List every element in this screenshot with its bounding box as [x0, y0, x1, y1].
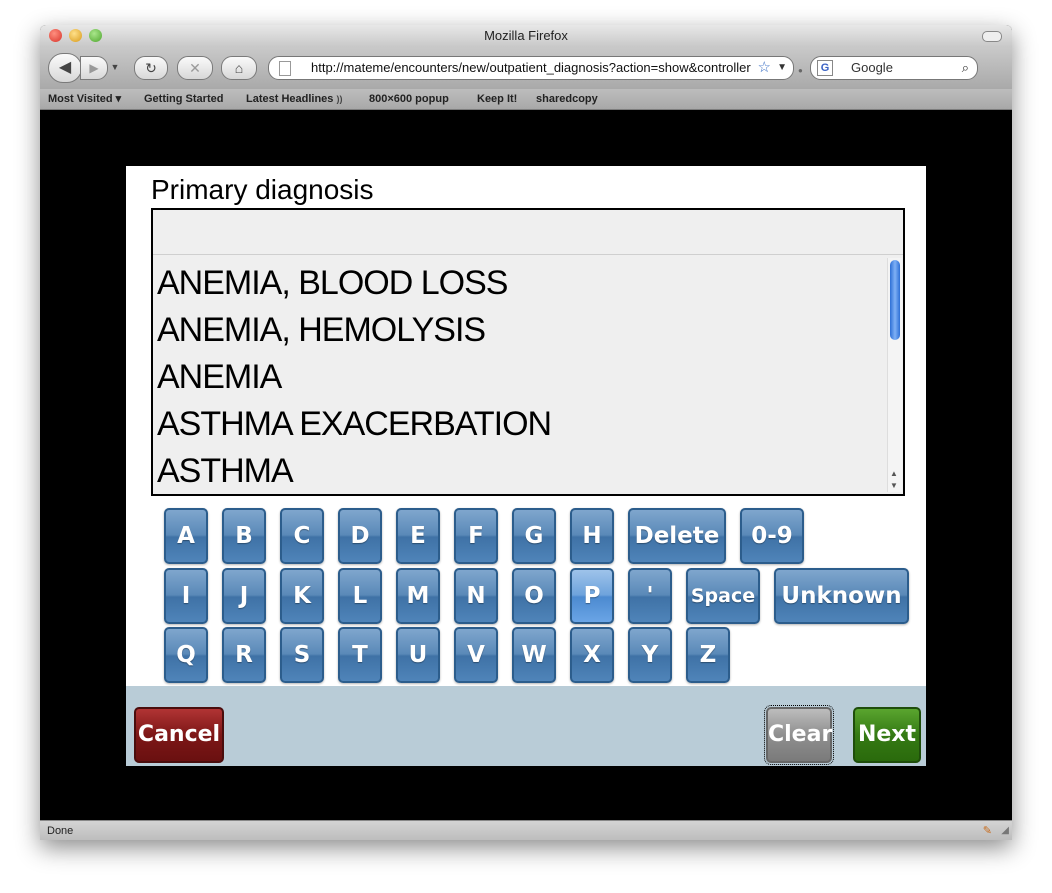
bookmark-getting-started[interactable]: Getting Started — [144, 89, 223, 109]
key-k[interactable]: K — [280, 568, 324, 624]
list-item[interactable]: ANEMIA, HEMOLYSIS — [157, 307, 883, 354]
next-button[interactable]: Next — [853, 707, 921, 763]
key-q[interactable]: Q — [164, 627, 208, 683]
search-bar[interactable]: G Google ⌕ — [810, 56, 978, 80]
forward-button[interactable]: ▶ — [80, 56, 108, 80]
stop-icon: ✕ — [189, 60, 201, 76]
bookmark-sharedcopy[interactable]: sharedcopy — [536, 89, 598, 109]
apostrophe-key[interactable]: ' — [628, 568, 672, 624]
history-dropdown-button[interactable]: ▼ — [108, 56, 122, 78]
key-v[interactable]: V — [454, 627, 498, 683]
back-button[interactable]: ◀ — [48, 53, 82, 83]
delete-key[interactable]: Delete — [628, 508, 726, 564]
touchscreen-panel: Primary diagnosis ANEMIA, BLOOD LOSS ANE… — [126, 166, 926, 766]
window-title: Mozilla Firefox — [484, 28, 568, 43]
key-b[interactable]: B — [222, 508, 266, 564]
key-c[interactable]: C — [280, 508, 324, 564]
scrollbar-thumb[interactable] — [890, 260, 900, 340]
resize-grip-icon[interactable]: ◢ — [1001, 821, 1009, 840]
list-item[interactable]: ASTHMA EXACERBATION — [157, 401, 883, 448]
key-e[interactable]: E — [396, 508, 440, 564]
status-text: Done — [47, 825, 74, 837]
key-p[interactable]: P — [570, 568, 614, 624]
key-z[interactable]: Z — [686, 627, 730, 683]
key-s[interactable]: S — [280, 627, 324, 683]
key-i[interactable]: I — [164, 568, 208, 624]
bookmark-keep-it[interactable]: Keep It! — [477, 89, 517, 109]
key-l[interactable]: L — [338, 568, 382, 624]
numbers-key[interactable]: 0-9 — [740, 508, 804, 564]
toolbar-separator: ● — [798, 66, 803, 75]
key-w[interactable]: W — [512, 627, 556, 683]
url-bar[interactable]: http://mateme/encounters/new/outpatient_… — [268, 56, 794, 80]
home-button[interactable]: ⌂ — [221, 56, 257, 80]
key-g[interactable]: G — [512, 508, 556, 564]
key-n[interactable]: N — [454, 568, 498, 624]
key-x[interactable]: X — [570, 627, 614, 683]
toolbar-toggle-button[interactable] — [982, 31, 1002, 42]
key-y[interactable]: Y — [628, 627, 672, 683]
url-text[interactable]: http://mateme/encounters/new/outpatient_… — [311, 57, 751, 79]
options-list: ANEMIA, BLOOD LOSS ANEMIA, HEMOLYSIS ANE… — [157, 260, 883, 492]
key-j[interactable]: J — [222, 568, 266, 624]
back-arrow-icon: ◀ — [58, 59, 72, 76]
list-item[interactable]: ANEMIA — [157, 354, 883, 401]
addon-icon[interactable]: ✎ — [983, 821, 992, 840]
search-engine-icon[interactable]: G — [817, 60, 833, 76]
forward-arrow-icon: ▶ — [89, 61, 99, 75]
close-window-button[interactable] — [49, 29, 62, 42]
bookmarks-toolbar: Most Visited ▾ Getting Started Latest He… — [40, 89, 1012, 110]
status-bar: Done ✎ ◢ — [40, 820, 1012, 840]
page-content: Primary diagnosis ANEMIA, BLOOD LOSS ANE… — [40, 110, 1012, 820]
bookmark-popup[interactable]: 800×600 popup — [369, 89, 449, 109]
navigation-toolbar: ◀ ▶ ▼ ↻ ✕ ⌂ http://mateme/encounters/new… — [40, 47, 1012, 89]
scrollbar[interactable]: ▲ ▼ — [887, 258, 902, 492]
chevron-down-icon: ▼ — [110, 62, 120, 72]
rss-icon: )) — [336, 94, 343, 104]
diagnosis-input[interactable] — [153, 210, 903, 255]
page-icon — [279, 61, 291, 76]
key-a[interactable]: A — [164, 508, 208, 564]
key-r[interactable]: R — [222, 627, 266, 683]
bookmark-latest-headlines[interactable]: Latest Headlines )) — [246, 89, 342, 109]
list-item[interactable]: ANEMIA, BLOOD LOSS — [157, 260, 883, 307]
bookmark-latest-headlines-label: Latest Headlines — [246, 93, 334, 105]
cancel-button[interactable]: Cancel — [134, 707, 224, 763]
stop-button[interactable]: ✕ — [177, 56, 213, 80]
bookmark-most-visited[interactable]: Most Visited ▾ — [48, 89, 121, 109]
zoom-window-button[interactable] — [89, 29, 102, 42]
key-d[interactable]: D — [338, 508, 382, 564]
key-m[interactable]: M — [396, 568, 440, 624]
title-bar: Mozilla Firefox — [40, 25, 1012, 47]
search-input[interactable]: Google — [851, 57, 893, 79]
list-item[interactable]: ASTHMA — [157, 448, 883, 492]
minimize-window-button[interactable] — [69, 29, 82, 42]
button-bar: Cancel Clear Next — [126, 686, 926, 766]
url-dropdown-icon[interactable]: ▼ — [777, 57, 787, 79]
question-title: Primary diagnosis — [151, 174, 374, 205]
scroll-up-icon[interactable]: ▲ — [890, 469, 898, 478]
key-t[interactable]: T — [338, 627, 382, 683]
scroll-down-icon[interactable]: ▼ — [890, 481, 898, 490]
diagnosis-select-box: ANEMIA, BLOOD LOSS ANEMIA, HEMOLYSIS ANE… — [151, 208, 905, 496]
space-key[interactable]: Space — [686, 568, 760, 624]
reload-button[interactable]: ↻ — [134, 56, 168, 80]
key-h[interactable]: H — [570, 508, 614, 564]
magnifier-icon[interactable]: ⌕ — [962, 57, 969, 79]
clear-button[interactable]: Clear — [764, 705, 834, 765]
key-o[interactable]: O — [512, 568, 556, 624]
reload-icon: ↻ — [145, 60, 157, 76]
key-f[interactable]: F — [454, 508, 498, 564]
key-u[interactable]: U — [396, 627, 440, 683]
unknown-key[interactable]: Unknown — [774, 568, 909, 624]
bookmark-star-icon[interactable]: ☆ — [758, 57, 771, 79]
home-icon: ⌂ — [234, 60, 244, 76]
browser-window: Mozilla Firefox ◀ ▶ ▼ ↻ ✕ ⌂ http://matem… — [40, 25, 1012, 840]
